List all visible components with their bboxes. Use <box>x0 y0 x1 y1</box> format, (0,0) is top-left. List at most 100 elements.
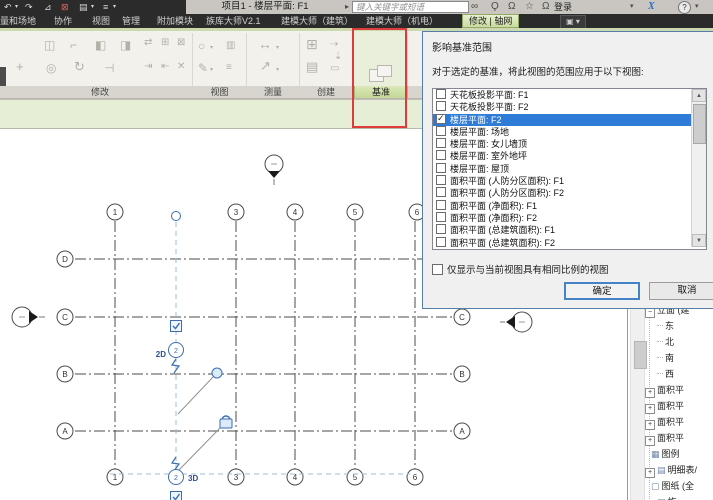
display-in-views-icon[interactable]: ⊞ <box>306 37 318 51</box>
ribbon-minimize-icon[interactable]: ≡ <box>103 0 108 14</box>
panel-label-modify[interactable]: 修改 <box>8 86 192 98</box>
tree-item-legends[interactable]: ▦ 图例 <box>651 447 680 461</box>
pin-icon[interactable]: ⊠ <box>177 37 185 49</box>
tab-view[interactable]: 视图 <box>92 14 110 28</box>
key-icon[interactable]: Ϙ <box>491 0 499 14</box>
delete-icon[interactable]: ⊠ <box>61 0 69 14</box>
move-icon[interactable]: + <box>16 60 24 73</box>
mirror-pick-icon[interactable]: ◧ <box>95 39 106 51</box>
section-icon[interactable]: ▤ <box>79 0 88 14</box>
tab-massing-site[interactable]: 量和场地 <box>0 14 36 28</box>
list-item[interactable]: 面积平面 (净面积): F2 <box>433 211 706 224</box>
scale-icon[interactable]: ⇤ <box>161 61 169 73</box>
panel-label-datum[interactable]: 基准 <box>354 86 408 98</box>
measure-caret-icon[interactable]: ▾ <box>276 64 279 76</box>
list-item[interactable]: 楼层平面: 女儿墙顶 <box>433 138 706 150</box>
ok-button[interactable]: 确定 <box>564 282 640 300</box>
tab-addins[interactable]: 附加模块 <box>157 14 193 28</box>
checkbox[interactable] <box>436 187 446 198</box>
list-item[interactable]: 楼层平面: 场地 <box>433 125 706 138</box>
flow-right-icon[interactable]: ⇢ <box>330 39 338 51</box>
grid2-end-grip[interactable] <box>171 211 181 221</box>
checkbox[interactable] <box>436 211 446 222</box>
trim-icon[interactable]: ⊣ <box>104 62 114 74</box>
tab-family-master[interactable]: 族库大师V2.1 <box>206 14 261 28</box>
cancel-button[interactable]: 取消 <box>649 282 713 300</box>
undo-icon[interactable]: ↶ <box>4 0 12 14</box>
scrollbar-thumb[interactable] <box>634 341 647 369</box>
redo-icon[interactable]: ↷ <box>25 0 33 14</box>
checkbox[interactable] <box>436 138 446 149</box>
paintbrush-caret-icon[interactable]: ▾ <box>210 64 213 76</box>
scroll-up-icon[interactable]: ▲ <box>692 89 706 102</box>
grid2-3d-toggle[interactable]: 3D <box>188 474 198 483</box>
list-item[interactable]: 面积平面 (总建筑面积): F2 <box>433 236 706 249</box>
tree-item-south[interactable]: 南 <box>657 351 674 365</box>
tree-item-east[interactable]: 东 <box>657 319 674 333</box>
list-item[interactable]: 面积平面 (总建筑面积): F1 <box>433 224 706 236</box>
elevation-marker-top[interactable] <box>264 154 284 185</box>
measure-icon[interactable]: ⊿ <box>44 0 52 14</box>
section-caret-icon[interactable]: ▾ <box>91 0 94 14</box>
measure-diagonal-icon[interactable]: ↗ <box>260 59 271 72</box>
dropdown-caret-icon[interactable]: ▾ <box>630 0 634 14</box>
help-caret-icon[interactable]: ▾ <box>695 0 699 14</box>
checkbox[interactable] <box>436 199 446 210</box>
expand-icon[interactable]: + <box>645 404 655 414</box>
checkbox[interactable] <box>436 125 446 136</box>
selected-grid-2[interactable]: 2 2D 2 3D <box>110 211 410 500</box>
tab-manage[interactable]: 管理 <box>122 14 140 28</box>
extend-icon[interactable]: ⇄ <box>144 37 152 49</box>
tab-modify-grid-active[interactable]: 修改 | 轴网 <box>462 14 520 28</box>
expand-icon[interactable]: + <box>645 388 655 398</box>
array-icon[interactable]: ⇥ <box>144 61 152 73</box>
list-item[interactable]: 楼层平面: 屋顶 <box>433 162 706 175</box>
lightbulb-icon[interactable]: ○ <box>198 40 205 52</box>
tab-modeling-master-arch[interactable]: 建模大师（建筑） <box>281 14 353 28</box>
checkbox[interactable] <box>436 236 446 247</box>
grid2-bubble-checkbox-top[interactable] <box>170 320 182 332</box>
checkbox[interactable] <box>436 175 446 186</box>
panel-label-create[interactable]: 创建 <box>300 86 352 98</box>
list-item[interactable]: 面积平面 (净面积): F1 <box>433 199 706 212</box>
expand-icon[interactable]: + <box>645 436 655 446</box>
scrollbar-thumb[interactable] <box>693 104 706 144</box>
list-item[interactable]: 面积平面 (人防分区面积): F2 <box>433 187 706 199</box>
aligned-dimension-icon[interactable]: ↔ <box>258 37 272 51</box>
copy-icon[interactable]: ◎ <box>46 62 56 74</box>
panel-label-view[interactable]: 视图 <box>193 86 246 98</box>
expand-icon[interactable]: + <box>645 420 655 430</box>
tree-item-area-plan-2[interactable]: + 面积平 <box>645 399 684 414</box>
grid-bubbles-bottom[interactable] <box>106 468 424 486</box>
checkbox[interactable] <box>436 224 446 235</box>
list-item[interactable]: 面积平面 (人防分区面积): F1 <box>433 175 706 187</box>
help-icon[interactable]: ? <box>678 1 691 14</box>
exchange-apps-icon[interactable]: X <box>648 0 655 14</box>
align-icon[interactable]: ◫ <box>44 39 55 51</box>
list-item[interactable]: 楼层平面: 室外地坪 <box>433 150 706 162</box>
mirror-draw-icon[interactable]: ◨ <box>120 39 131 51</box>
rotate-icon[interactable]: ↻ <box>74 60 85 73</box>
checkbox[interactable] <box>432 264 443 275</box>
grid2-lock-icon[interactable] <box>219 415 233 429</box>
tab-modeling-master-mep[interactable]: 建模大师（机电） <box>366 14 438 28</box>
search-input[interactable]: 键入关键字或短语 <box>352 1 469 13</box>
signin-icon[interactable]: Ω <box>542 0 549 14</box>
undo-caret-icon[interactable]: ▾ <box>15 0 18 14</box>
tree-item-sheets[interactable]: ▢ 图纸 (全 <box>651 479 694 493</box>
dimension-caret-icon[interactable]: ▾ <box>276 42 279 54</box>
list-scrollbar[interactable]: ▲ ▼ <box>691 89 706 247</box>
checkbox[interactable] <box>436 112 446 124</box>
list-item[interactable]: 楼层平面: F2 <box>433 112 706 126</box>
graphics-icon[interactable]: ≡ <box>226 62 232 74</box>
checkbox[interactable] <box>436 162 446 173</box>
grid2-2d-toggle[interactable]: 2D <box>156 350 166 359</box>
elevation-marker-left[interactable] <box>11 306 45 328</box>
box-icon[interactable]: ▭ <box>330 63 339 75</box>
tree-item-area-plan-1[interactable]: + 面积平 <box>645 383 684 398</box>
ribbon-minimize-caret-icon[interactable]: ▾ <box>113 0 116 14</box>
communication-icon[interactable]: Ω <box>508 0 515 14</box>
panel-label-measure[interactable]: 测量 <box>247 86 299 98</box>
paintbrush-icon[interactable]: ✎ <box>198 62 208 74</box>
tab-collaborate[interactable]: 协作 <box>54 14 72 28</box>
